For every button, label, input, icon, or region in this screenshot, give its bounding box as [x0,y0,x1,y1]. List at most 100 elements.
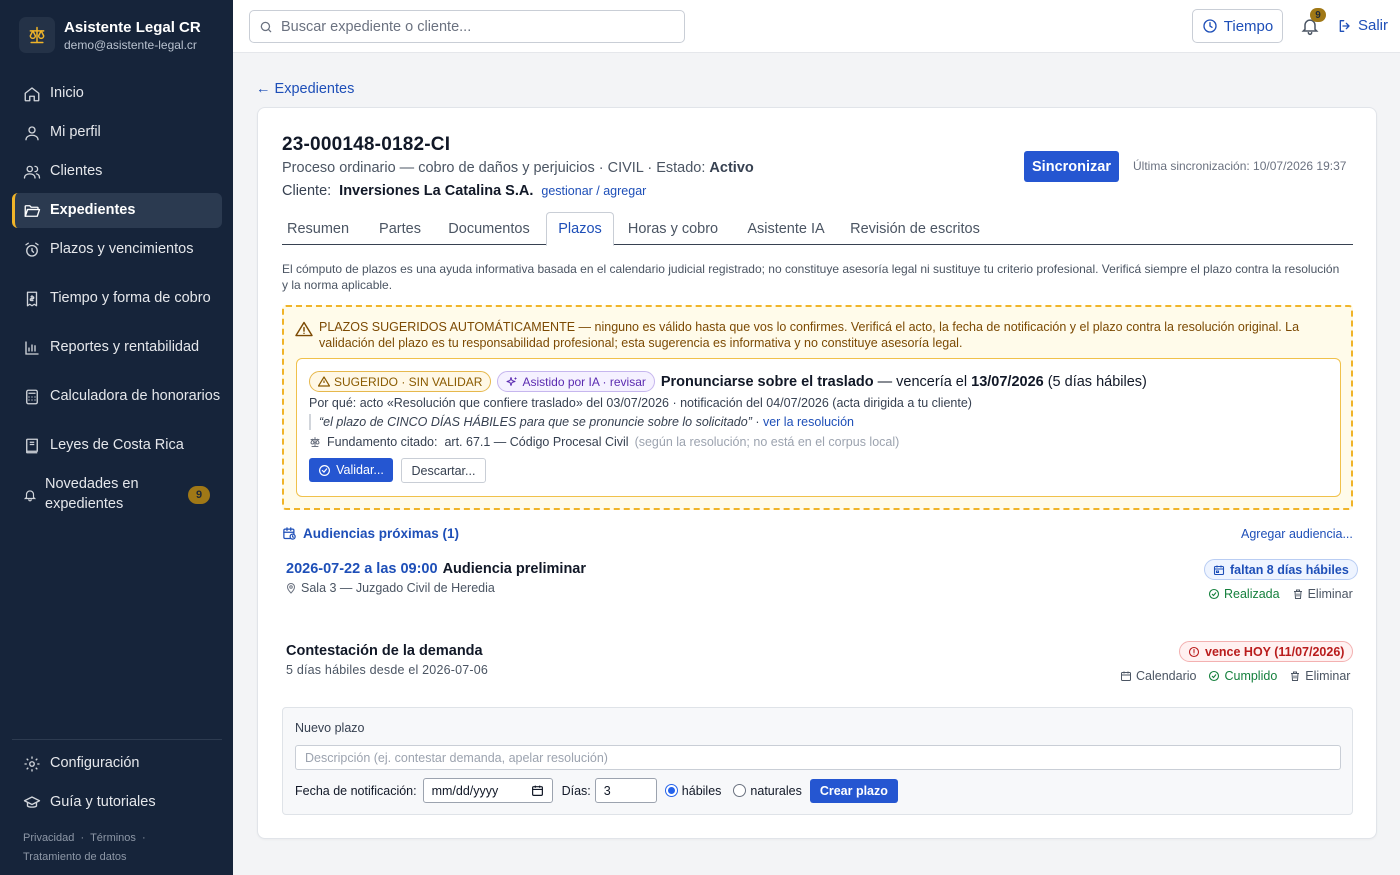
legal-separator: · [142,832,146,844]
tab-documentos[interactable]: Documentos [438,212,540,245]
suggestion-act: Pronunciarse sobre el traslado [660,373,874,390]
tab-partes[interactable]: Partes [368,212,432,245]
check-circle-icon [319,464,331,476]
sidebar-item-plazos[interactable]: Plazos y vencimientos [12,232,222,267]
calendar-icon [531,785,543,796]
warning-text: PLAZOS SUGERIDOS AUTOMÁTICAMENTE — ningu… [319,320,1300,350]
view-resolution-link[interactable]: ver la resolución [763,415,854,429]
data-treatment-link[interactable]: Tratamiento de datos [23,851,127,863]
add-hearing-link[interactable]: Agregar audiencia... [1241,527,1353,541]
hearings-header: Audiencias próximas (1) [282,526,459,541]
basis-note: (según la resolución; no está en el corp… [634,435,900,449]
suggested-deadlines-box: PLAZOS SUGERIDOS AUTOMÁTICAMENTE — ningu… [282,305,1353,510]
disclaimer-text: El cómputo de plazos es una ayuda inform… [282,262,1340,292]
discard-button[interactable]: Descartar... [401,458,486,483]
status-badge: SUGERIDO · SIN VALIDAR [309,371,492,392]
deadline-description-input[interactable]: Descripción (ej. contestar demanda, apel… [295,745,1341,770]
sidebar-item-label: Reportes y rentabilidad [50,338,200,355]
sidebar-item-leyes[interactable]: Leyes de Costa Rica [12,428,222,463]
basis-label: Fundamento citado: [327,435,438,449]
sidebar-item-guia[interactable]: Guía y tutoriales [12,785,222,820]
hearing-location-text: Sala 3 — Juzgado Civil de Heredia [301,581,495,595]
search-placeholder: Buscar expediente o cliente... [281,18,472,35]
brand-title: Asistente Legal CR [64,18,201,36]
suggestion-quote: “el plazo de CINCO DÍAS HÁBILES para que… [309,414,854,430]
new-deadline-form: Nuevo plazo Descripción (ej. contestar d… [282,707,1353,815]
search-icon [260,21,272,32]
check-circle-icon [1209,670,1220,682]
search-input[interactable]: Buscar expediente o cliente... [249,10,685,43]
sidebar: Asistente Legal CR demo@asistente-legal.… [0,0,233,875]
map-pin-icon [286,583,296,594]
last-sync: Última sincronización: 10/07/2026 19:37 [1133,159,1347,173]
create-deadline-button[interactable]: Crear plazo [809,778,898,803]
case-number: 23-000148-0182-CI [282,134,451,155]
tab-revision-escritos[interactable]: Revisión de escritos [842,212,988,245]
sidebar-item-label: Tiempo y forma de cobro [50,289,211,306]
sidebar-item-tiempo[interactable]: Tiempo y forma de cobro [12,271,222,326]
add-to-calendar-button[interactable]: Calendario [1120,669,1196,683]
validate-button[interactable]: Validar... [309,458,393,482]
alarm-clock-icon [25,242,39,257]
time-button[interactable]: Tiempo [1192,9,1283,43]
natural-days-radio[interactable] [733,784,747,797]
deadline-actions: Calendario Cumplido Eliminar [1108,669,1350,683]
ai-assisted-badge: Asistido por IA · revisar [497,371,655,392]
sidebar-item-label: Configuración [50,754,140,771]
suggested-deadline-title: Pronunciarse sobre el traslado — vencerí… [661,374,1147,390]
notification-date-input[interactable]: mm/dd/yyyy [422,778,553,803]
tab-plazos[interactable]: Plazos [546,212,614,246]
case-description: Proceso ordinario — cobro de daños y per… [282,160,754,176]
sidebar-item-inicio[interactable]: Inicio [12,76,222,111]
scales-icon [19,17,55,53]
brand[interactable]: Asistente Legal CR demo@asistente-legal.… [19,17,201,53]
home-icon [24,86,40,101]
sidebar-bottom-nav: Configuración Guía y tutoriales [12,746,222,824]
sync-button[interactable]: Sincronizar [1024,151,1119,182]
sidebar-item-calculadora[interactable]: Calculadora de honorarios [12,369,222,424]
sidebar-item-reportes[interactable]: Reportes y rentabilidad [12,330,222,365]
delete-hearing-button[interactable]: Eliminar [1292,587,1353,601]
calendar-icon [1213,565,1225,575]
user-icon [25,125,39,140]
delete-deadline-button[interactable]: Eliminar [1289,669,1350,683]
business-days-radio[interactable] [664,784,678,797]
status-badge-label: SUGERIDO · SIN VALIDAR [334,374,483,389]
calendar-label: Calendario [1136,669,1197,683]
sidebar-item-expedientes[interactable]: Expedientes [12,193,222,228]
days-input[interactable]: 3 [594,778,657,803]
manage-client-link[interactable]: gestionar / agregar [541,184,646,198]
tab-resumen[interactable]: Resumen [282,212,354,245]
hearing-actions: Realizada Eliminar [1196,587,1353,601]
sidebar-item-clientes[interactable]: Clientes [12,154,222,189]
ai-badge-label: Asistido por IA · revisar [522,374,646,389]
tab-asistente-ia[interactable]: Asistente IA [740,212,832,245]
mark-held-button[interactable]: Realizada [1208,587,1280,601]
case-desc-text: Proceso ordinario — cobro de daños y per… [282,160,710,176]
terms-link[interactable]: Términos [90,832,136,844]
mark-done-button[interactable]: Cumplido [1208,669,1277,683]
client-line: Cliente: Inversiones La Catalina S.A. ge… [282,183,646,199]
hearing-location: Sala 3 — Juzgado Civil de Heredia [286,581,495,595]
due-today-label: vence HOY (11/07/2026) [1205,644,1345,659]
book-icon [26,438,38,453]
sidebar-item-novedades[interactable]: Novedades en expedientes 9 [12,467,222,522]
logout-button[interactable]: Salir [1337,17,1388,34]
sidebar-item-mi-perfil[interactable]: Mi perfil [12,115,222,150]
client-label: Cliente: [282,183,332,199]
trash-icon [1293,589,1302,599]
sidebar-item-label: Calculadora de honorarios [50,387,221,404]
tab-horas-cobro[interactable]: Horas y cobro [620,212,726,245]
back-to-cases-link[interactable]: ← Expedientes [256,81,354,97]
sidebar-item-configuracion[interactable]: Configuración [12,746,222,781]
case-status: Activo [709,160,754,176]
privacy-link[interactable]: Privacidad [23,832,74,844]
sidebar-item-label: Novedades en expedientes [45,476,139,512]
logout-icon [1339,19,1350,32]
validate-label: Validar... [336,463,384,477]
users-icon [23,165,41,179]
date-placeholder: mm/dd/yyyy [431,783,499,798]
legal-links: Privacidad · Términos · Tratamiento de d… [23,829,223,867]
legal-separator: · [80,832,85,844]
delete-label: Eliminar [1307,587,1353,601]
